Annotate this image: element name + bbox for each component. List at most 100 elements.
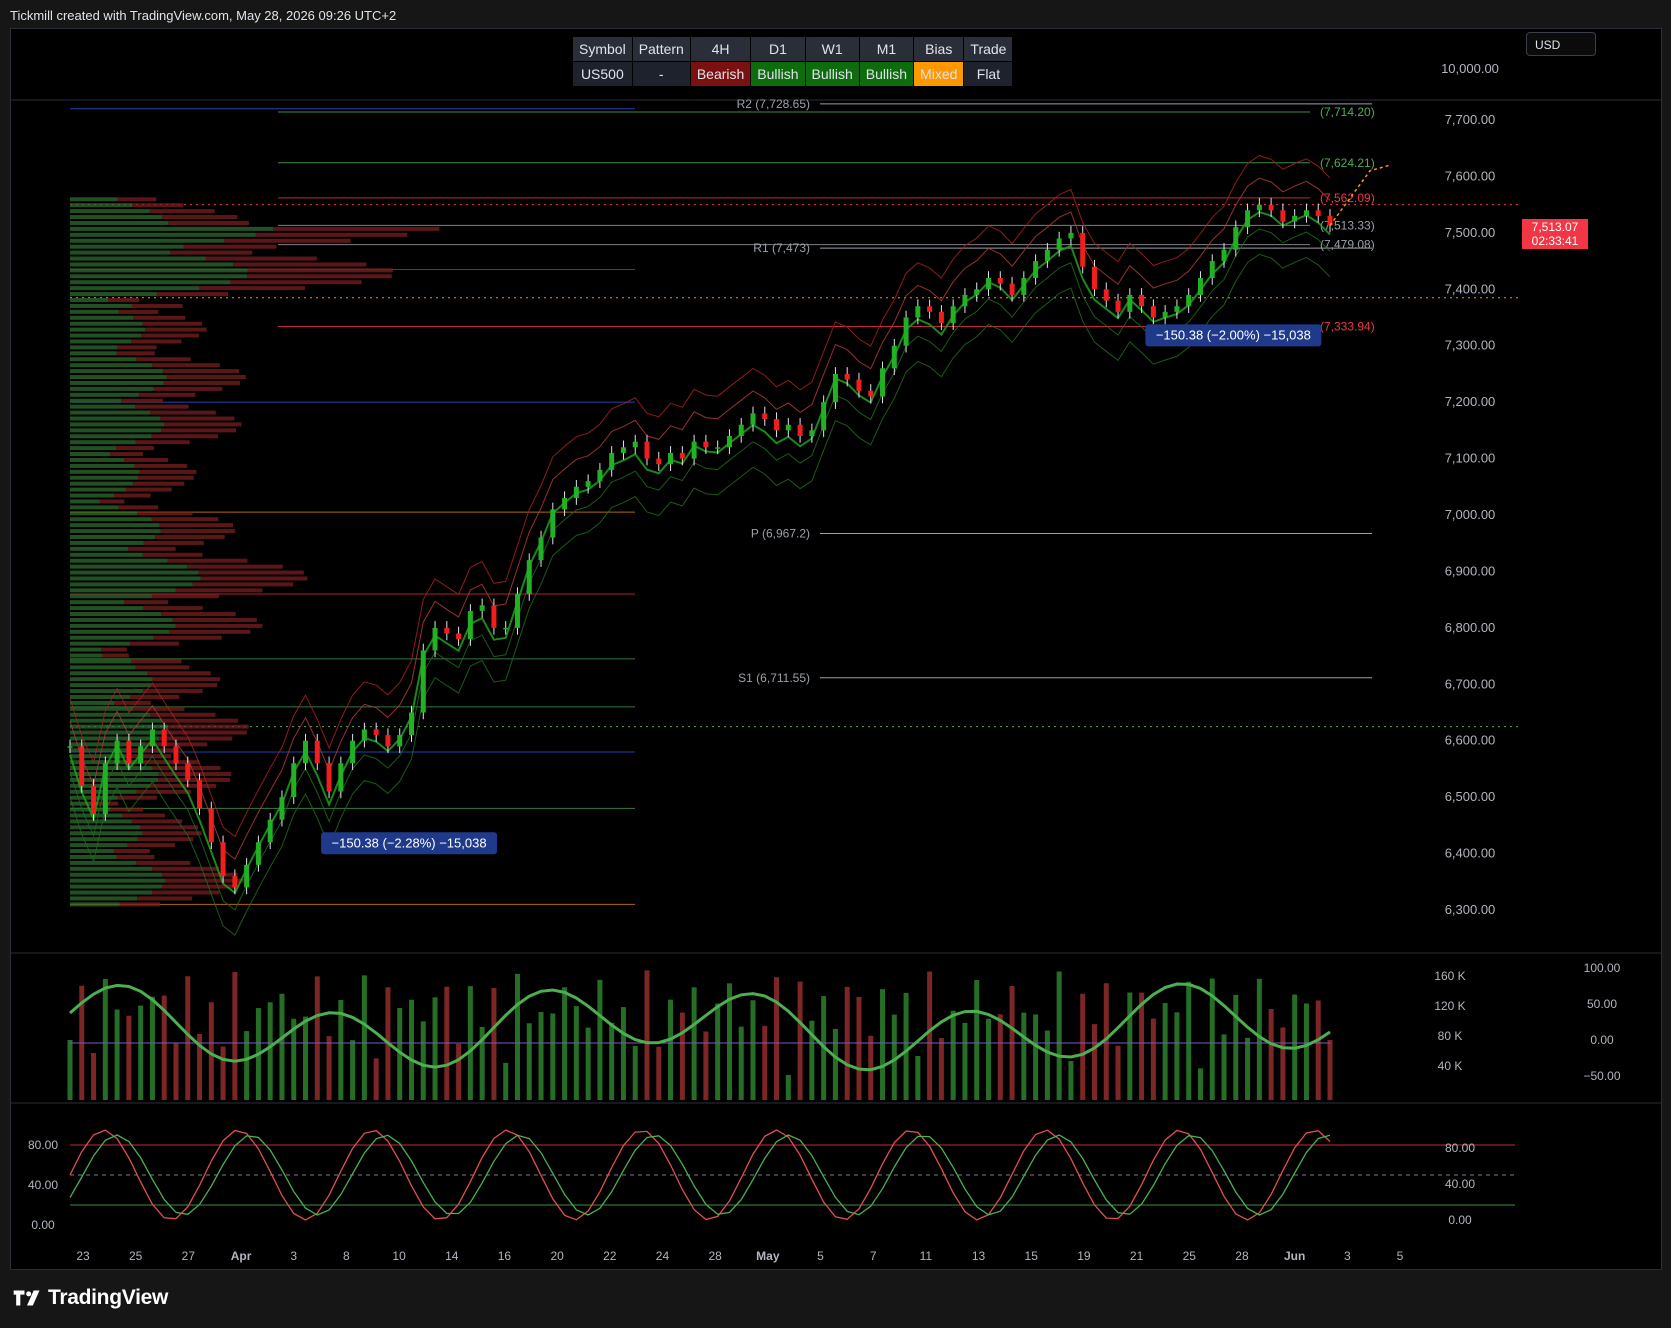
vp-bar-buy — [70, 238, 225, 243]
vp-bar-sell — [161, 612, 236, 617]
level-label-5: (7,333.94) — [1320, 320, 1375, 334]
vp-bar-buy — [70, 452, 111, 457]
x-tick-12: 28 — [708, 1249, 722, 1263]
vp-bar-sell — [130, 694, 180, 699]
vp-bar-buy — [70, 375, 167, 380]
pivot-label-2: P (6,967.2) — [751, 527, 810, 541]
tradingview-logo[interactable]: TradingView — [12, 1286, 168, 1310]
volume-bar-106 — [1315, 1000, 1321, 1100]
osc-k-line — [69, 1129, 1331, 1221]
volume-bar-52 — [679, 1012, 685, 1100]
candle-body-102 — [1268, 204, 1274, 211]
volume-bar-85 — [1068, 1060, 1074, 1100]
vp-bar-buy — [70, 570, 199, 575]
volume-bar-14 — [232, 971, 238, 1100]
vp-bar-sell — [129, 641, 179, 646]
vp-bar-sell — [116, 446, 154, 451]
vp-bar-sell — [113, 849, 150, 854]
volume-bar-45 — [597, 979, 603, 1100]
vp-bar-sell — [224, 238, 351, 243]
vp-bar-sell — [102, 653, 129, 658]
vp-bar-sell — [116, 854, 155, 859]
x-tick-24: 3 — [1344, 1249, 1351, 1263]
volume-bar-65 — [832, 1028, 838, 1100]
volume-bar-82 — [1033, 1014, 1039, 1100]
candle-body-28 — [397, 735, 403, 747]
pivot-label-1: R1 (7,473) — [753, 241, 810, 255]
main-ytick-11: 6,600.00 — [1445, 733, 1496, 748]
vp-bar-buy — [70, 623, 176, 628]
volume-bar-91 — [1139, 992, 1145, 1100]
vp-bar-sell — [125, 487, 172, 492]
vp-bar-sell — [199, 286, 306, 291]
volume-bar-94 — [1174, 1012, 1180, 1100]
vp-bar-buy — [70, 665, 136, 670]
vp-bar-buy — [70, 890, 153, 895]
x-tick-8: 16 — [498, 1249, 512, 1263]
volume-bar-59 — [762, 1025, 768, 1100]
bias-value-6: Mixed — [913, 61, 965, 87]
vol-rtick-0: 100.00 — [1584, 961, 1621, 975]
candle-body-92 — [1150, 306, 1156, 318]
vp-bar-buy — [70, 588, 176, 593]
candle-body-65 — [832, 373, 838, 403]
candle-body-13 — [220, 842, 226, 877]
x-tick-7: 14 — [445, 1249, 459, 1263]
last-price-value: 7,513.07 — [1531, 220, 1579, 234]
candle-body-20 — [303, 740, 309, 764]
volume-bar-62 — [797, 981, 803, 1100]
vp-bar-sell — [247, 268, 393, 273]
candle-body-67 — [856, 379, 862, 391]
vp-bar-sell — [142, 689, 203, 694]
candle-body-95 — [1186, 294, 1192, 307]
main-ytick-4: 7,300.00 — [1445, 338, 1496, 353]
vp-bar-sell — [161, 428, 236, 433]
vp-bar-sell — [175, 588, 263, 593]
volume-bar-92 — [1150, 1018, 1156, 1100]
volume-bar-36 — [491, 987, 497, 1100]
vp-bar-buy — [70, 209, 150, 214]
vp-bar-sell — [151, 866, 220, 871]
vp-bar-buy — [70, 392, 139, 397]
currency-selector[interactable]: USD — [1526, 32, 1596, 56]
candle-body-90 — [1127, 294, 1133, 312]
bias-table-header-row: Symbol Pattern 4H D1 W1 M1 Bias Trade — [572, 36, 1014, 62]
volume-bar-26 — [373, 1058, 379, 1100]
volume-bar-6 — [138, 1005, 144, 1100]
vp-bar-buy — [70, 303, 132, 308]
osc-ytick-right-2: 0.00 — [1448, 1213, 1472, 1227]
volume-bar-7 — [149, 996, 155, 1100]
vp-bar-sell — [137, 837, 194, 842]
candle-body-77 — [974, 289, 980, 295]
vp-bar-sell — [121, 398, 163, 403]
vp-bar-buy — [70, 256, 206, 261]
x-tick-13: May — [756, 1249, 780, 1263]
last-price-countdown: 02:33:41 — [1531, 234, 1579, 248]
vp-bar-sell — [134, 463, 188, 468]
volume-bar-41 — [550, 1013, 556, 1100]
volume-bar-105 — [1303, 1003, 1309, 1100]
candle-body-105 — [1303, 210, 1309, 216]
volume-bar-103 — [1280, 1027, 1286, 1100]
vol-ytick-1: 120 K — [1434, 999, 1465, 1013]
bias-header-6: Bias — [913, 36, 965, 62]
volume-bar-75 — [950, 1010, 956, 1100]
candle-body-7 — [149, 729, 155, 747]
vp-bar-buy — [70, 718, 163, 723]
volume-bar-25 — [361, 975, 367, 1100]
volume-bar-100 — [1245, 1037, 1251, 1100]
vp-bar-buy — [70, 286, 200, 291]
candle-body-79 — [997, 278, 1003, 284]
chart-canvas[interactable]: R2 (7,728.65) R1 (7,473) P (6,967.2) S1 (6,… — [10, 28, 1662, 1270]
vp-bar-buy — [70, 606, 143, 611]
vp-bar-buy — [70, 487, 126, 492]
candle-body-45 — [597, 469, 603, 482]
main-ytick-3: 7,400.00 — [1445, 281, 1496, 296]
vp-bar-sell — [160, 529, 236, 534]
vp-bar-sell — [167, 730, 247, 735]
vp-bar-sell — [119, 902, 160, 907]
osc-ytick-right-0: 80.00 — [1445, 1141, 1475, 1155]
candle-body-56 — [726, 436, 732, 448]
vp-bar-buy — [70, 309, 119, 314]
vp-bar-buy — [70, 410, 151, 415]
